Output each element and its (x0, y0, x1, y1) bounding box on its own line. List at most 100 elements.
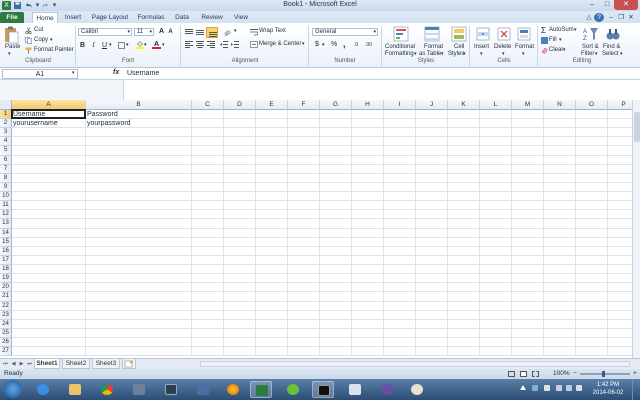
cell-d13[interactable] (224, 219, 256, 229)
row-header-4[interactable]: 4 (0, 137, 12, 147)
underline-arrow-icon[interactable]: ▾ (109, 42, 112, 48)
cell-m20[interactable] (512, 283, 544, 293)
cell-l9[interactable] (480, 182, 512, 193)
cell-n13[interactable] (544, 219, 576, 229)
cell-o13[interactable] (576, 219, 608, 229)
cell-m4[interactable] (512, 137, 544, 147)
cell-c11[interactable] (192, 201, 224, 211)
cell-f15[interactable] (288, 237, 320, 247)
cell-c16[interactable] (192, 246, 224, 256)
cell-n23[interactable] (544, 310, 576, 320)
shrink-font-button[interactable]: A (166, 28, 175, 37)
cell-b26[interactable] (86, 338, 192, 348)
cell-d18[interactable] (224, 265, 256, 275)
cell-m5[interactable] (512, 146, 544, 156)
cell-a17[interactable] (12, 255, 86, 266)
tray-app-icon[interactable] (532, 385, 538, 391)
tray-expand-icon[interactable] (520, 385, 526, 390)
format-cells-icon[interactable] (516, 26, 532, 42)
cell-b18[interactable] (86, 265, 192, 275)
cell-m17[interactable] (512, 255, 544, 266)
cell-n3[interactable] (544, 128, 576, 138)
sort-filter-icon[interactable]: AZ (583, 26, 599, 42)
cell-j21[interactable] (416, 292, 448, 302)
cell-d26[interactable] (224, 338, 256, 348)
cell-b27[interactable] (86, 347, 192, 357)
column-header-f[interactable]: F (288, 100, 320, 110)
cell-h18[interactable] (352, 265, 384, 275)
cell-e11[interactable] (256, 201, 288, 211)
cell-n17[interactable] (544, 255, 576, 266)
cell-h2[interactable] (352, 119, 384, 129)
cell-k1[interactable] (448, 110, 480, 120)
cell-d12[interactable] (224, 210, 256, 220)
format-as-table-label-1[interactable]: Format (424, 44, 443, 50)
cell-m7[interactable] (512, 164, 544, 174)
cell-n24[interactable] (544, 319, 576, 329)
cell-b20[interactable] (86, 283, 192, 293)
conditional-formatting-label-2[interactable]: Formatting (385, 51, 414, 57)
close-button[interactable]: ✕ (614, 0, 638, 10)
cell-k5[interactable] (448, 146, 480, 156)
cell-n7[interactable] (544, 164, 576, 174)
taskbar-chrome[interactable] (96, 381, 118, 398)
tray-flag-icon[interactable] (556, 385, 562, 391)
cell-m24[interactable] (512, 319, 544, 329)
row-header-2[interactable]: 2 (0, 119, 12, 129)
cell-f11[interactable] (288, 201, 320, 211)
cell-j2[interactable] (416, 119, 448, 129)
cell-m14[interactable] (512, 228, 544, 238)
cell-c20[interactable] (192, 283, 224, 293)
cell-j7[interactable] (416, 164, 448, 174)
doc-minimize-button[interactable]: – (606, 12, 616, 23)
taskbar-cmd[interactable] (312, 381, 334, 398)
format-as-table-icon[interactable] (424, 26, 440, 42)
cell-i25[interactable] (384, 328, 416, 338)
cell-o15[interactable] (576, 237, 608, 247)
cell-j26[interactable] (416, 338, 448, 348)
start-button[interactable] (4, 380, 22, 398)
cell-g7[interactable] (320, 164, 352, 174)
minimize-button[interactable]: – (584, 0, 600, 10)
cell-p23[interactable] (608, 311, 632, 320)
cell-a26[interactable] (12, 338, 86, 348)
cell-f6[interactable] (288, 155, 320, 165)
cell-c18[interactable] (192, 265, 224, 275)
cell-f20[interactable] (288, 283, 320, 293)
cell-e14[interactable] (256, 228, 288, 238)
cell-c13[interactable] (192, 219, 224, 229)
cell-k20[interactable] (448, 283, 480, 293)
increase-decimal-button[interactable]: .0 (354, 42, 358, 48)
tab-file[interactable]: File (0, 12, 24, 23)
cell-h8[interactable] (352, 173, 384, 183)
next-sheet-button[interactable]: ▶ (18, 360, 25, 368)
cell-l19[interactable] (480, 274, 512, 284)
cell-j8[interactable] (416, 173, 448, 183)
cell-i8[interactable] (384, 173, 416, 183)
column-header-k[interactable]: K (448, 100, 480, 110)
cell-f13[interactable] (288, 219, 320, 229)
formula-content[interactable]: Username (127, 70, 159, 77)
cell-k11[interactable] (448, 201, 480, 211)
cell-a18[interactable] (12, 265, 86, 275)
conditional-formatting-icon[interactable] (393, 26, 409, 42)
row-header-7[interactable]: 7 (0, 164, 12, 174)
cell-p7[interactable] (608, 165, 632, 174)
row-header-17[interactable]: 17 (0, 255, 12, 266)
column-header-i[interactable]: I (384, 100, 416, 110)
cell-c3[interactable] (192, 128, 224, 138)
row-header-26[interactable]: 26 (0, 338, 12, 348)
merge-center-arrow-icon[interactable]: ▾ (302, 41, 305, 47)
row-header-27[interactable]: 27 (0, 347, 12, 357)
cell-m18[interactable] (512, 265, 544, 275)
cell-c5[interactable] (192, 146, 224, 156)
cell-k2[interactable] (448, 119, 480, 129)
cell-p4[interactable] (608, 137, 632, 147)
cell-d27[interactable] (224, 347, 256, 357)
normal-view-icon[interactable] (508, 371, 515, 377)
cell-d6[interactable] (224, 155, 256, 165)
cell-f14[interactable] (288, 228, 320, 238)
cell-b1[interactable]: Password (86, 110, 192, 120)
cell-a22[interactable] (12, 301, 86, 311)
row-header-14[interactable]: 14 (0, 228, 12, 238)
